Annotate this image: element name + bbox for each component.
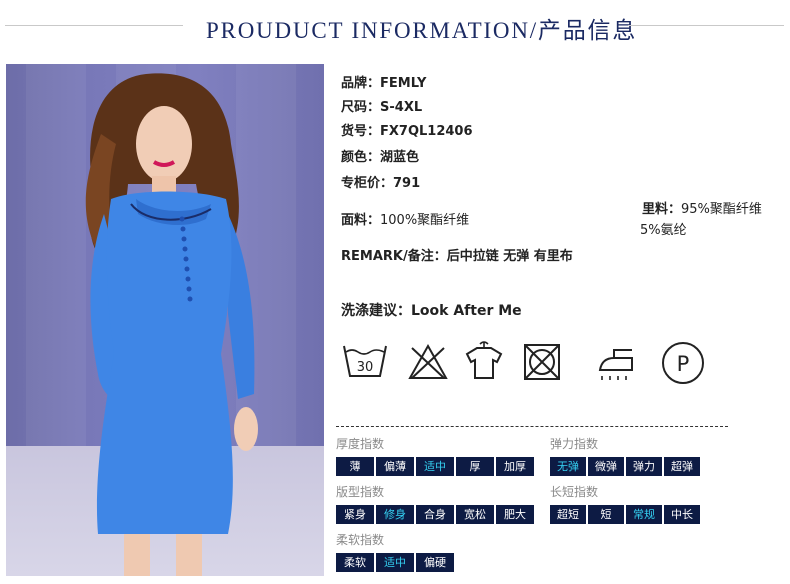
spec-lining-value2: 5%氨纶 [640,223,687,238]
length-option: 中长 [664,505,700,524]
svg-text:30: 30 [357,360,374,375]
elasticity-option: 微弹 [588,457,624,476]
wash-30-icon: 30 [343,345,387,377]
spec-size-value: S-4XL [380,100,423,115]
spec-brand-label: 品牌： [341,76,381,91]
spec-wash-value: Look After Me [411,303,522,319]
length-title: 长短指数 [550,485,599,499]
elasticity-option: 无弹 [550,457,586,476]
length-option: 常规 [626,505,662,524]
fit-option: 宽松 [456,505,494,524]
elasticity-title: 弹力指数 [550,437,599,451]
spec-lining-value: 95%聚酯纤维 [681,202,762,217]
fit-option: 合身 [416,505,454,524]
fit-option: 修身 [376,505,414,524]
svg-text:P: P [677,352,690,376]
spec-item-no-value: FX7QL12406 [380,124,473,139]
thickness-option: 薄 [336,457,374,476]
spec-color-value: 湖蓝色 [380,150,420,165]
length-option: 超短 [550,505,586,524]
thickness-title: 厚度指数 [336,437,385,451]
spec-remark-value: 后中拉链 无弹 有里布 [446,249,573,264]
spec-price-label: 专柜价： [341,176,394,191]
spec-lining-2: 5%氨纶 [640,219,687,238]
spec-brand-value: FEMLY [380,76,427,91]
iron-icon [598,349,633,380]
spec-brand: 品牌：FEMLY [341,72,426,91]
no-bleach-icon [408,343,448,379]
spec-remark-label: REMARK/备注： [341,249,447,264]
elasticity-option: 弹力 [626,457,662,476]
spec-color-label: 颜色： [341,150,381,165]
spec-price: 专柜价：791 [341,172,420,191]
product-photo [6,64,324,576]
spec-fabric-label: 面料： [341,213,381,228]
header-line-left [5,25,183,26]
softness-option: 柔软 [336,553,374,572]
dry-clean-p-icon: P [662,342,704,384]
spec-size: 尺码：S-4XL [341,96,422,115]
spec-remark: REMARK/备注：后中拉链 无弹 有里布 [341,245,573,264]
header-line-right [628,25,784,26]
spec-color: 颜色：湖蓝色 [341,146,419,165]
elasticity-options: 无弹 微弹 弹力 超弹 [550,457,700,476]
page-title: PROUDUCT INFORMATION/产品信息 [206,18,638,43]
fit-title: 版型指数 [336,485,385,499]
fit-option: 紧身 [336,505,374,524]
thickness-option: 偏薄 [376,457,414,476]
length-option: 短 [588,505,624,524]
thickness-options: 薄偏薄 适中厚加厚 [336,457,534,476]
spec-size-label: 尺码： [341,100,381,115]
hang-dry-icon [465,341,503,379]
thickness-option: 厚 [456,457,494,476]
softness-title: 柔软指数 [336,533,385,547]
fit-option: 肥大 [496,505,534,524]
section-divider [336,426,728,427]
spec-lining: 里料：95%聚酯纤维 [642,198,762,217]
thickness-option: 加厚 [496,457,534,476]
spec-wash: 洗涤建议：Look After Me [341,300,522,320]
spec-lining-label: 里料： [642,202,682,217]
spec-wash-label: 洗涤建议： [341,303,411,319]
model-illustration [85,73,258,576]
softness-option: 偏硬 [416,553,454,572]
spec-fabric-value: 100%聚酯纤维 [380,213,470,228]
length-options: 超短短常规 中长 [550,505,700,524]
softness-option: 适中 [376,553,414,572]
spec-fabric: 面料：100%聚酯纤维 [341,209,469,228]
fit-options: 紧身 修身 合身 宽松 肥大 [336,505,534,524]
softness-options: 柔软 适中 偏硬 [336,553,454,572]
elasticity-option: 超弹 [664,457,700,476]
spec-price-value: 791 [393,176,421,191]
spec-item-no: 货号：FX7QL12406 [341,120,473,139]
spec-item-no-label: 货号： [341,124,381,139]
thickness-option: 适中 [416,457,454,476]
no-tumble-dry-icon [524,344,560,380]
